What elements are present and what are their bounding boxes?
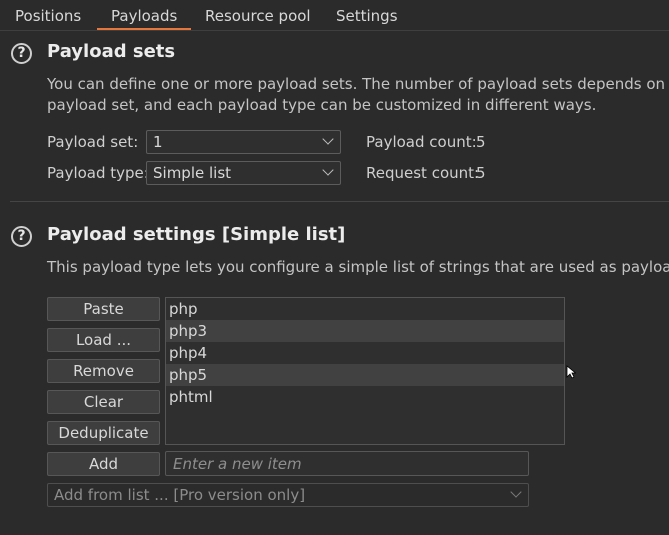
list-item[interactable]: phtml [166,386,564,408]
chevron-down-icon [322,164,334,176]
add-button[interactable]: Add [47,452,160,476]
payload-set-select[interactable]: 1 [146,130,341,154]
tab-payloads[interactable]: Payloads [97,6,192,30]
payload-type-select[interactable]: Simple list [146,161,341,185]
payload-count-value: 5 [476,133,486,151]
request-count-label: Request count: [366,164,480,182]
payload-settings-description: This payload type lets you configure a s… [47,258,669,276]
add-from-list-select: Add from list ... [Pro version only] [47,483,529,507]
chevron-down-icon [510,486,522,498]
chevron-down-icon [322,133,334,145]
request-count-value: 5 [476,164,486,182]
tab-positions[interactable]: Positions [15,6,81,28]
payload-sets-title: Payload sets [47,41,176,62]
list-item[interactable]: php [166,298,564,320]
paste-button[interactable]: Paste [47,297,160,321]
payload-set-label: Payload set: [47,133,139,151]
deduplicate-button[interactable]: Deduplicate [47,421,160,445]
tab-settings[interactable]: Settings [336,6,398,28]
clear-button[interactable]: Clear [47,390,160,414]
list-item[interactable]: php5 [166,364,564,386]
tab-resource-pool[interactable]: Resource pool [205,6,311,28]
load-button[interactable]: Load ... [47,328,160,352]
list-item[interactable]: php4 [166,342,564,364]
payload-type-value: Simple list [153,164,232,182]
payload-sets-description-line2: payload set, and each payload type can b… [47,96,597,114]
payload-type-label: Payload type: [47,164,149,182]
help-icon[interactable]: ? [11,226,32,247]
payload-set-value: 1 [153,133,163,151]
payload-count-label: Payload count: [366,133,477,151]
mouse-cursor-icon [566,365,576,379]
payload-list[interactable]: php php3 php4 php5 phtml [165,297,565,445]
remove-button[interactable]: Remove [47,359,160,383]
add-from-list-value: Add from list ... [Pro version only] [54,486,306,504]
help-icon[interactable]: ? [11,43,32,64]
tab-bar: Positions Payloads Resource pool Setting… [0,0,669,31]
section-divider [10,201,669,202]
payload-sets-description-line1: You can define one or more payload sets.… [47,75,669,93]
new-item-input[interactable] [165,451,529,476]
list-item[interactable]: php3 [166,320,564,342]
payload-settings-title: Payload settings [Simple list] [47,224,346,245]
